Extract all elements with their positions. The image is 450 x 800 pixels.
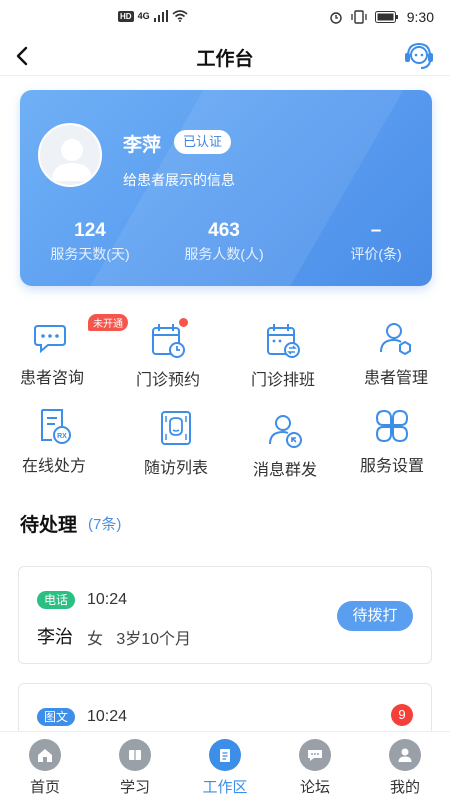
vibrate-icon — [351, 10, 367, 24]
system-indicators: 9:30 — [329, 9, 434, 25]
grid-item-service-settings[interactable]: 服务设置 — [336, 406, 448, 476]
grid-item-label: 患者咨询 — [19, 370, 84, 387]
grid-item-label: 患者管理 — [363, 370, 428, 387]
pending-section-title: 待处理 — [20, 515, 78, 536]
pending-call-button[interactable]: 待拨打 — [337, 601, 413, 631]
stat-label: 服务天数(天) — [50, 246, 130, 262]
unread-count-badge: 9 — [391, 704, 413, 726]
stat-label: 服务人数(人) — [184, 246, 264, 262]
tab-label: 学习 — [119, 779, 150, 796]
patient-age: 3岁10个月 — [116, 631, 192, 648]
home-icon — [38, 749, 52, 762]
tab-label: 我的 — [389, 779, 420, 796]
pending-count: (7条) — [88, 516, 122, 533]
clipboard-icon — [220, 749, 230, 762]
person-icon — [398, 748, 412, 762]
pending-task-card[interactable]: 电话 10:24 李治 女 3岁10个月 待拨打 — [18, 566, 432, 664]
task-time: 10:24 — [87, 708, 128, 725]
stat-value: – — [370, 220, 382, 241]
customer-service-button[interactable] — [402, 38, 436, 72]
signal-bars-icon — [153, 10, 168, 22]
grid-item-label: 在线处方 — [21, 458, 86, 475]
broadcast-user-icon — [269, 415, 302, 448]
tab-home[interactable]: 首页 — [0, 739, 90, 797]
grid-item-label: 随访列表 — [143, 460, 208, 477]
prescription-icon: RX — [41, 409, 71, 444]
verified-badge: 已认证 — [174, 130, 232, 154]
grid-item-label: 消息群发 — [252, 462, 317, 479]
chat-icon — [34, 325, 66, 354]
tab-label: 论坛 — [299, 779, 330, 796]
stat-service-days: 124 服务天数(天) — [38, 220, 142, 264]
grid-item-appointment[interactable]: 门诊预约 — [112, 318, 224, 390]
network-indicators: HD 4G — [118, 10, 188, 22]
bottom-tab-bar: 首页 学习 工作区 论坛 我的 — [0, 731, 450, 800]
forum-icon — [308, 750, 322, 761]
hd-icon: HD — [118, 10, 134, 22]
tab-mine[interactable]: 我的 — [360, 739, 450, 797]
avatar[interactable] — [38, 123, 102, 187]
notification-dot — [179, 318, 188, 327]
grid-item-schedule[interactable]: 门诊排班 — [227, 320, 339, 390]
stat-reviews[interactable]: – 评价(条) — [324, 220, 428, 264]
grid-item-label: 服务设置 — [359, 458, 424, 475]
tab-workspace[interactable]: 工作区 — [180, 739, 270, 797]
calendar-swap-icon — [267, 324, 300, 358]
grid-item-patient-consult[interactable]: 未开通 患者咨询 — [0, 314, 128, 388]
patient-gender: 女 — [87, 631, 104, 648]
stat-value: 463 — [208, 220, 240, 241]
svg-text:RX: RX — [57, 433, 67, 440]
default-avatar-icon — [52, 139, 92, 181]
tab-label: 首页 — [29, 779, 60, 796]
doctor-name: 李萍 — [123, 135, 162, 156]
grid-item-label: 门诊排班 — [250, 372, 315, 389]
tab-study[interactable]: 学习 — [90, 739, 180, 797]
alarm-icon — [330, 12, 342, 24]
tab-label: 工作区 — [202, 779, 248, 796]
nav-bar: 工作台 — [0, 36, 450, 76]
user-manage-icon — [380, 323, 411, 356]
clover-settings-icon — [375, 409, 409, 443]
book-icon — [129, 750, 141, 760]
grid-item-followup[interactable]: 随访列表 — [120, 408, 232, 478]
patient-info: 女 3岁10个月 — [87, 625, 191, 649]
headset-icon — [405, 42, 433, 69]
profile-card[interactable]: 李萍 已认证 给患者展示的信息 124 服务天数(天) 463 服务人数(人) … — [20, 90, 432, 286]
phone-type-tag: 电话 — [37, 591, 76, 609]
battery-icon — [374, 11, 398, 23]
grid-item-label: 门诊预约 — [135, 372, 200, 389]
stat-patients-served: 463 服务人数(人) — [172, 220, 276, 264]
stat-value: 124 — [74, 220, 106, 241]
patient-name: 李治 — [37, 627, 73, 647]
tab-forum[interactable]: 论坛 — [270, 739, 360, 797]
wifi-icon — [172, 10, 188, 22]
profile-description: 给患者展示的信息 — [123, 172, 235, 188]
stat-label: 评价(条) — [350, 246, 402, 262]
status-bar: HD 4G 9:30 — [0, 0, 450, 36]
followup-icon — [161, 411, 191, 445]
signal-icon: 4G — [137, 11, 150, 21]
task-time: 10:24 — [87, 591, 128, 608]
grid-item-prescription[interactable]: RX 在线处方 — [0, 406, 110, 476]
grid-item-broadcast[interactable]: 消息群发 — [229, 410, 341, 480]
image-text-type-tag: 图文 — [37, 708, 76, 726]
page-title: 工作台 — [196, 49, 254, 70]
clock-time: 9:30 — [406, 9, 434, 25]
grid-item-patient-manage[interactable]: 患者管理 — [340, 318, 450, 388]
